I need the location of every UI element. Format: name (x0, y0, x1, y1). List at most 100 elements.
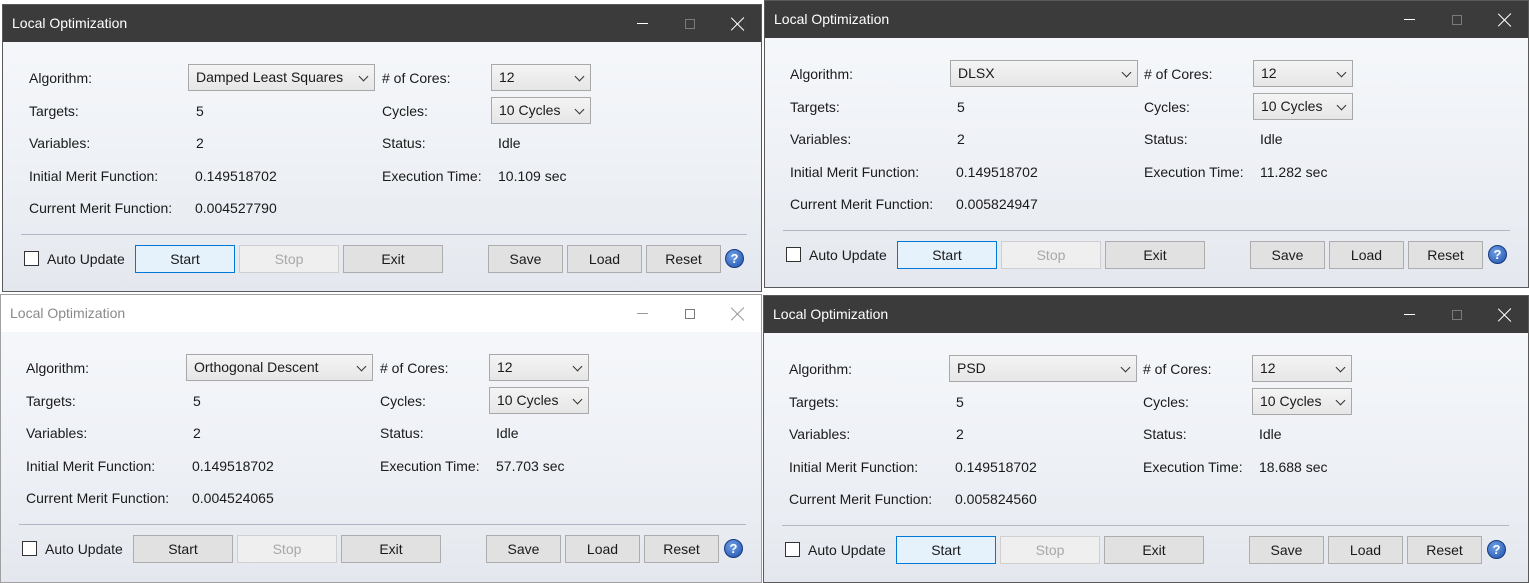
chevron-down-icon (572, 361, 583, 372)
chevron-down-icon (574, 104, 585, 115)
maximize-icon (685, 18, 695, 29)
stop-button[interactable]: Stop (1000, 536, 1100, 564)
start-button[interactable]: Start (896, 536, 996, 564)
reset-button[interactable]: Reset (644, 535, 719, 563)
chevron-down-icon (1120, 362, 1131, 373)
load-button[interactable]: Load (565, 535, 640, 563)
reset-button[interactable]: Reset (1408, 241, 1483, 269)
chevron-down-icon (1121, 67, 1132, 78)
save-button[interactable]: Save (486, 535, 561, 563)
algorithm-dropdown[interactable]: PSD (949, 355, 1137, 382)
cores-value: 12 (499, 69, 515, 85)
algorithm-label: Algorithm: (26, 360, 90, 376)
cores-dropdown[interactable]: 12 (491, 64, 591, 91)
exit-button[interactable]: Exit (343, 245, 443, 273)
cores-label: # of Cores: (1143, 361, 1212, 377)
load-button[interactable]: Load (567, 245, 642, 273)
stop-button[interactable]: Stop (237, 535, 337, 563)
targets-value: 5 (196, 103, 204, 119)
load-button[interactable]: Load (1328, 536, 1403, 564)
exit-button[interactable]: Exit (1104, 536, 1204, 564)
maximize-icon (1452, 309, 1462, 320)
variables-label: Variables: (26, 425, 88, 441)
title-bar[interactable]: Local Optimization (765, 1, 1528, 38)
auto-update-label: Auto Update (808, 542, 886, 558)
targets-label: Targets: (789, 394, 839, 410)
save-button[interactable]: Save (1250, 241, 1325, 269)
window-title: Local Optimization (774, 11, 890, 27)
minimize-button[interactable] (1386, 296, 1432, 333)
status-label: Status: (1143, 426, 1187, 442)
auto-update-checkbox[interactable] (785, 542, 800, 557)
reset-button[interactable]: Reset (646, 245, 721, 273)
close-button[interactable] (1482, 1, 1528, 38)
exit-button[interactable]: Exit (1105, 241, 1205, 269)
title-bar[interactable]: Local Optimization (764, 296, 1528, 333)
cores-value: 12 (497, 359, 513, 375)
targets-value: 5 (957, 99, 965, 115)
load-button[interactable]: Load (1329, 241, 1404, 269)
maximize-button[interactable] (1434, 296, 1480, 333)
close-button[interactable] (1482, 296, 1528, 333)
auto-update-checkbox[interactable] (786, 247, 801, 262)
cores-dropdown[interactable]: 12 (1253, 60, 1353, 87)
window-title: Local Optimization (773, 306, 889, 322)
separator (782, 525, 1509, 526)
initial-merit-label: Initial Merit Function: (26, 458, 156, 474)
start-button[interactable]: Start (133, 535, 233, 563)
start-button[interactable]: Start (897, 241, 997, 269)
minimize-button[interactable] (619, 295, 665, 332)
save-button[interactable]: Save (1249, 536, 1324, 564)
status-value: Idle (496, 425, 519, 441)
algorithm-dropdown[interactable]: Orthogonal Descent (186, 354, 373, 381)
help-icon[interactable]: ? (725, 249, 744, 268)
start-button[interactable]: Start (135, 245, 235, 273)
cores-label: # of Cores: (380, 360, 449, 376)
maximize-button[interactable] (667, 295, 713, 332)
minimize-icon (1403, 314, 1415, 315)
cores-dropdown[interactable]: 12 (1252, 355, 1352, 382)
minimize-button[interactable] (1386, 1, 1432, 38)
title-bar[interactable]: Local Optimization (3, 5, 761, 42)
execution-time-label: Execution Time: (380, 458, 480, 474)
save-button[interactable]: Save (488, 245, 563, 273)
cycles-dropdown[interactable]: 10 Cycles (1253, 93, 1353, 120)
title-bar[interactable]: Local Optimization (1, 295, 761, 332)
close-button[interactable] (715, 295, 761, 332)
current-merit-value: 0.005824560 (955, 491, 1037, 507)
algorithm-dropdown[interactable]: DLSX (950, 60, 1138, 87)
status-value: Idle (498, 135, 521, 151)
initial-merit-label: Initial Merit Function: (790, 164, 920, 180)
minimize-icon (636, 313, 648, 314)
algorithm-dropdown[interactable]: Damped Least Squares (188, 64, 375, 91)
initial-merit-label: Initial Merit Function: (29, 168, 159, 184)
exit-button[interactable]: Exit (341, 535, 441, 563)
cycles-dropdown[interactable]: 10 Cycles (1252, 388, 1352, 415)
initial-merit-value: 0.149518702 (195, 168, 277, 184)
cores-dropdown[interactable]: 12 (489, 354, 589, 381)
auto-update-checkbox[interactable] (22, 541, 37, 556)
reset-button[interactable]: Reset (1407, 536, 1482, 564)
current-merit-value: 0.004524065 (192, 490, 274, 506)
close-icon (1498, 308, 1512, 322)
stop-button[interactable]: Stop (239, 245, 339, 273)
chevron-down-icon (358, 71, 369, 82)
execution-time-label: Execution Time: (1144, 164, 1244, 180)
help-icon[interactable]: ? (1487, 540, 1506, 559)
help-icon[interactable]: ? (1488, 245, 1507, 264)
maximize-button[interactable] (667, 5, 713, 42)
cycles-dropdown[interactable]: 10 Cycles (489, 387, 589, 414)
cycles-dropdown[interactable]: 10 Cycles (491, 97, 591, 124)
targets-label: Targets: (790, 99, 840, 115)
minimize-button[interactable] (619, 5, 665, 42)
initial-merit-value: 0.149518702 (192, 458, 274, 474)
auto-update-checkbox[interactable] (24, 251, 39, 266)
maximize-button[interactable] (1434, 1, 1480, 38)
current-merit-label: Current Merit Function: (26, 490, 170, 506)
close-button[interactable] (715, 5, 761, 42)
stop-button[interactable]: Stop (1001, 241, 1101, 269)
help-icon[interactable]: ? (724, 539, 743, 558)
execution-time-value: 10.109 sec (498, 168, 567, 184)
initial-merit-value: 0.149518702 (956, 164, 1038, 180)
execution-time-value: 18.688 sec (1259, 459, 1328, 475)
